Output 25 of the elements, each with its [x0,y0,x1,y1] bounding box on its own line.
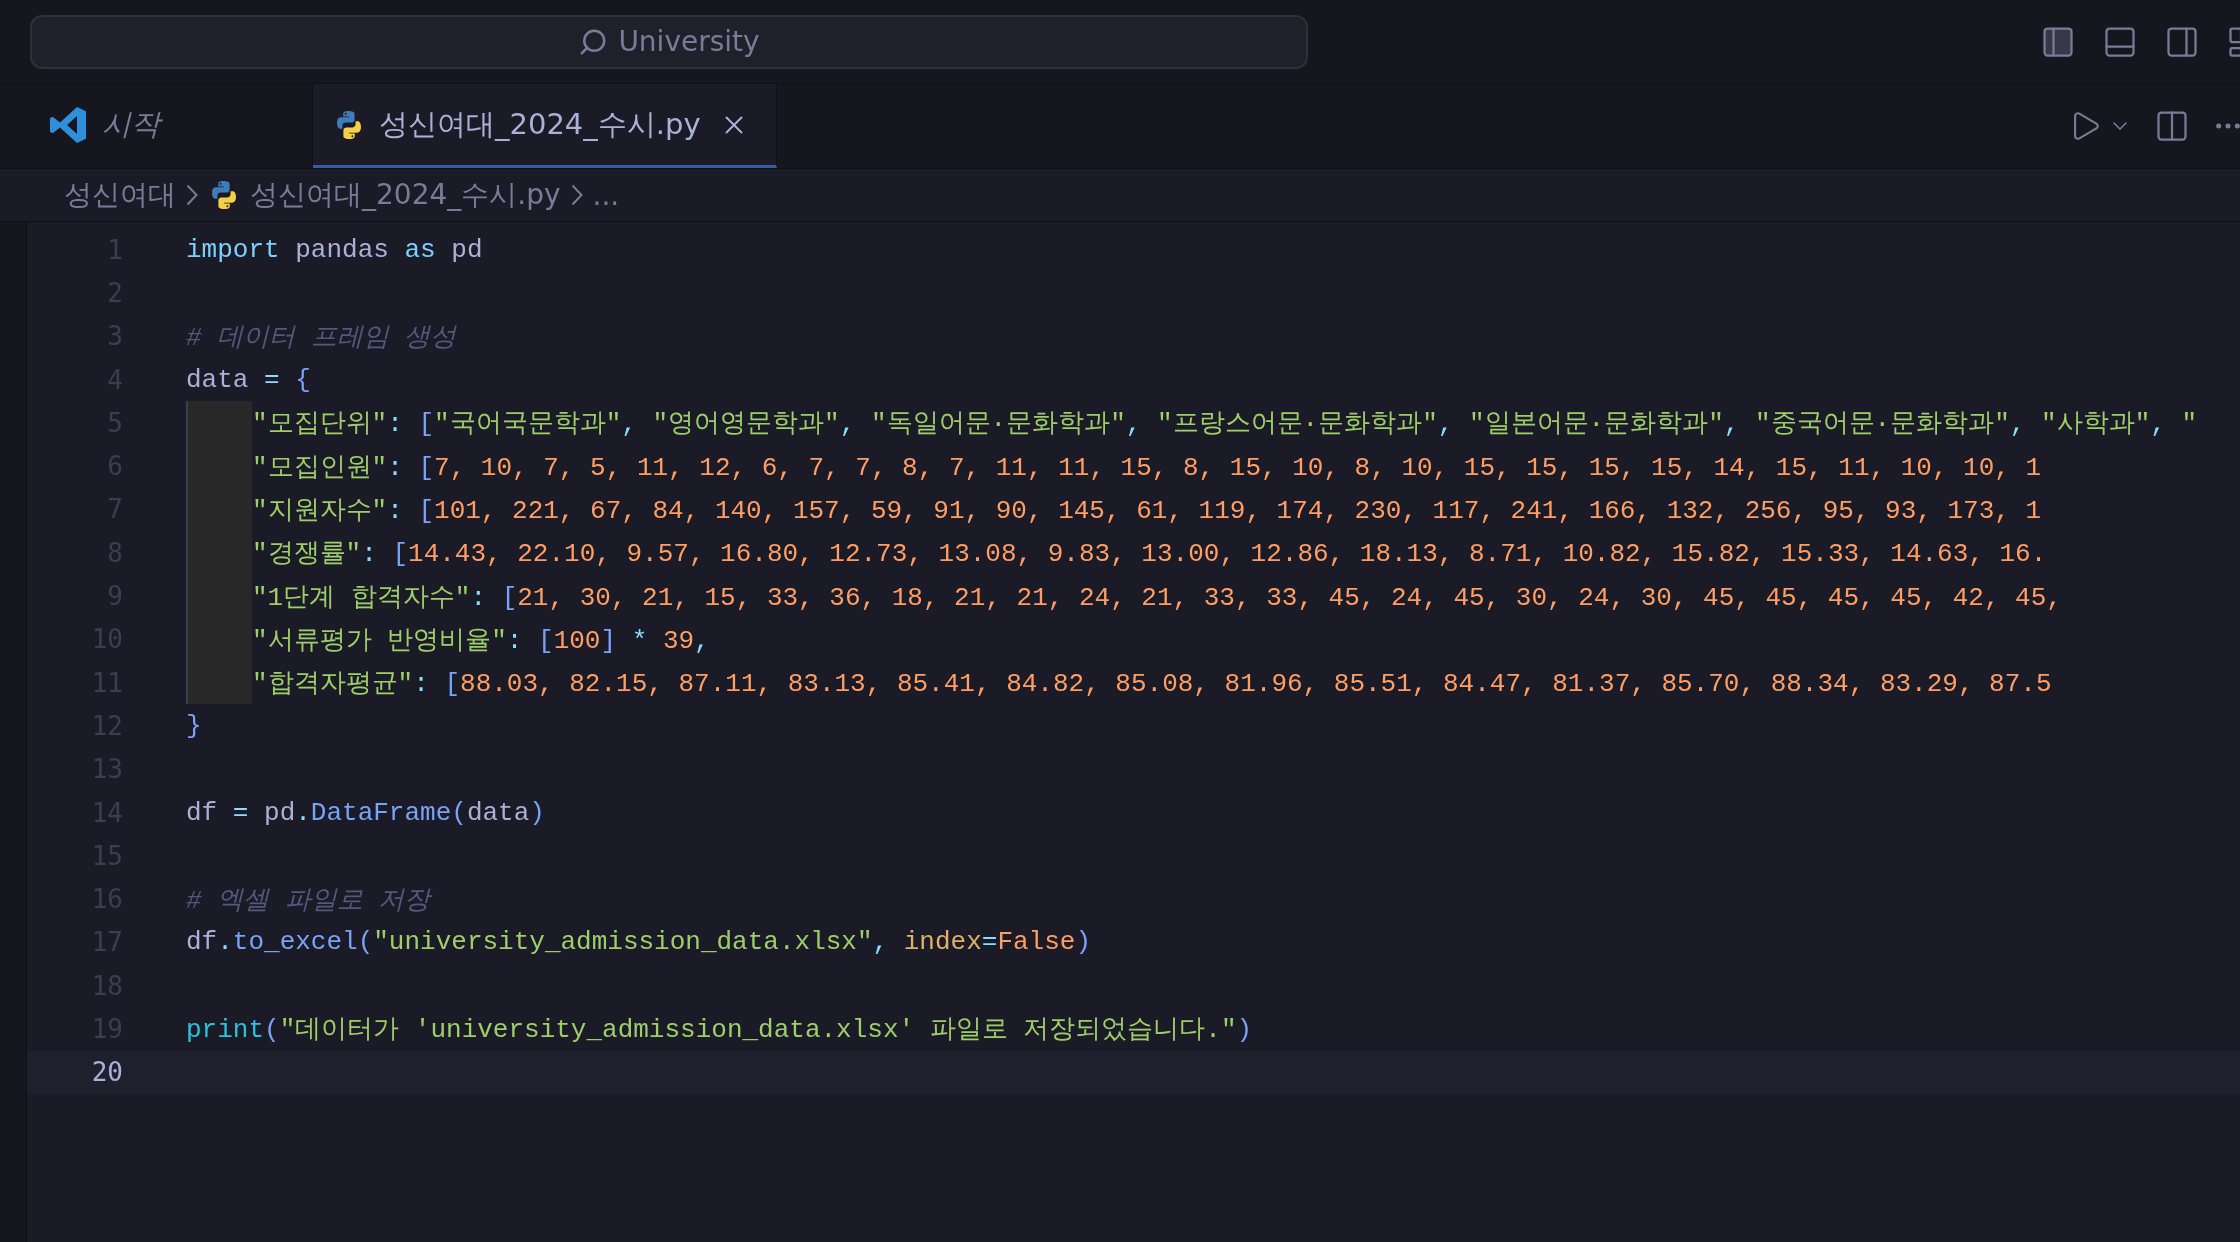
split-editor-icon[interactable] [2154,108,2190,144]
breadcrumb-item[interactable]: 성신여대 [64,176,176,214]
code-logo-icon [48,104,88,145]
code-line: data = { [186,364,311,395]
code-line: "모집인원": [7, 10, 7, 5, 11, 12, 6, 7, 7, 8, 7, 11, 11, 15, 8, 15, 10, 8, 10, 15, 15, 15, 15, 14, 15, 11, 10, 10, 1 [252,451,2042,484]
code-line: "1단계 합격자수": [21, 30, 21, 15, 33, 36, 18, 21, 21, 24, 21, 33, 33, 45, 24, 45, 30, 24, 30, 45, 45, 45, 45, 42, 45, [252,581,2062,614]
code-line: "지원자수": [101, 221, 67, 84, 140, 157, 59, 91, 90, 145, 61, 119, 174, 230, 117, 241, 166, 132, 256, 95, 93, 173, 1 [252,494,2042,527]
breadcrumb-item[interactable]: 성신여대_2024_수시.py [250,176,561,214]
search-field[interactable]: University [30,14,1308,69]
code-line: "경쟁률": [14.43, 22.10, 9.57, 16.80, 12.73, 13.08, 9.83, 13.00, 12.86, 18.13, 8.71, 10.82, 15.82, 15.33, 14.63, 16. [252,538,2047,571]
code-line: print("데이터가 'university_admission_data.xlsx' 파일로 저장되었습니다.") [186,1014,1253,1047]
chevron-right-icon [570,184,583,206]
code-line: # 데이터 프레임 생성 [186,321,457,354]
chevron-right-icon [186,184,198,206]
code-line: "합격자평균": [88.03, 82.15, 87.11, 83.13, 85.41, 84.82, 85.08, 81.96, 85.51, 84.47, 81.37, 85.70, 88.34, 83.29, 87.5 [252,668,2052,701]
editor-tab[interactable]: 성신여대_2024_수시.py [313,84,777,168]
code-line: df = pd.DataFrame(data) [186,797,545,828]
code-line: "서류평가 반영비율": [100] * 39, [252,624,710,657]
code-line: # 엑셀 파일로 저장 [186,884,431,917]
code-line: } [186,710,202,741]
code-line: "모집단위": ["국어국문학과", "영어영문학과", "독일어문·문화학과", "프랑스어문·문화학과", "일본어문·문화학과", "중국어문·문화학과", "사학과", " [252,408,2198,441]
breadcrumb-item[interactable]: ... [592,178,620,212]
line-number: 20 [90,1057,123,1088]
code-line: import pandas as pd [186,234,483,265]
code-line: df.to_excel("university_admission_data.xlsx", index=False) [186,927,1091,958]
